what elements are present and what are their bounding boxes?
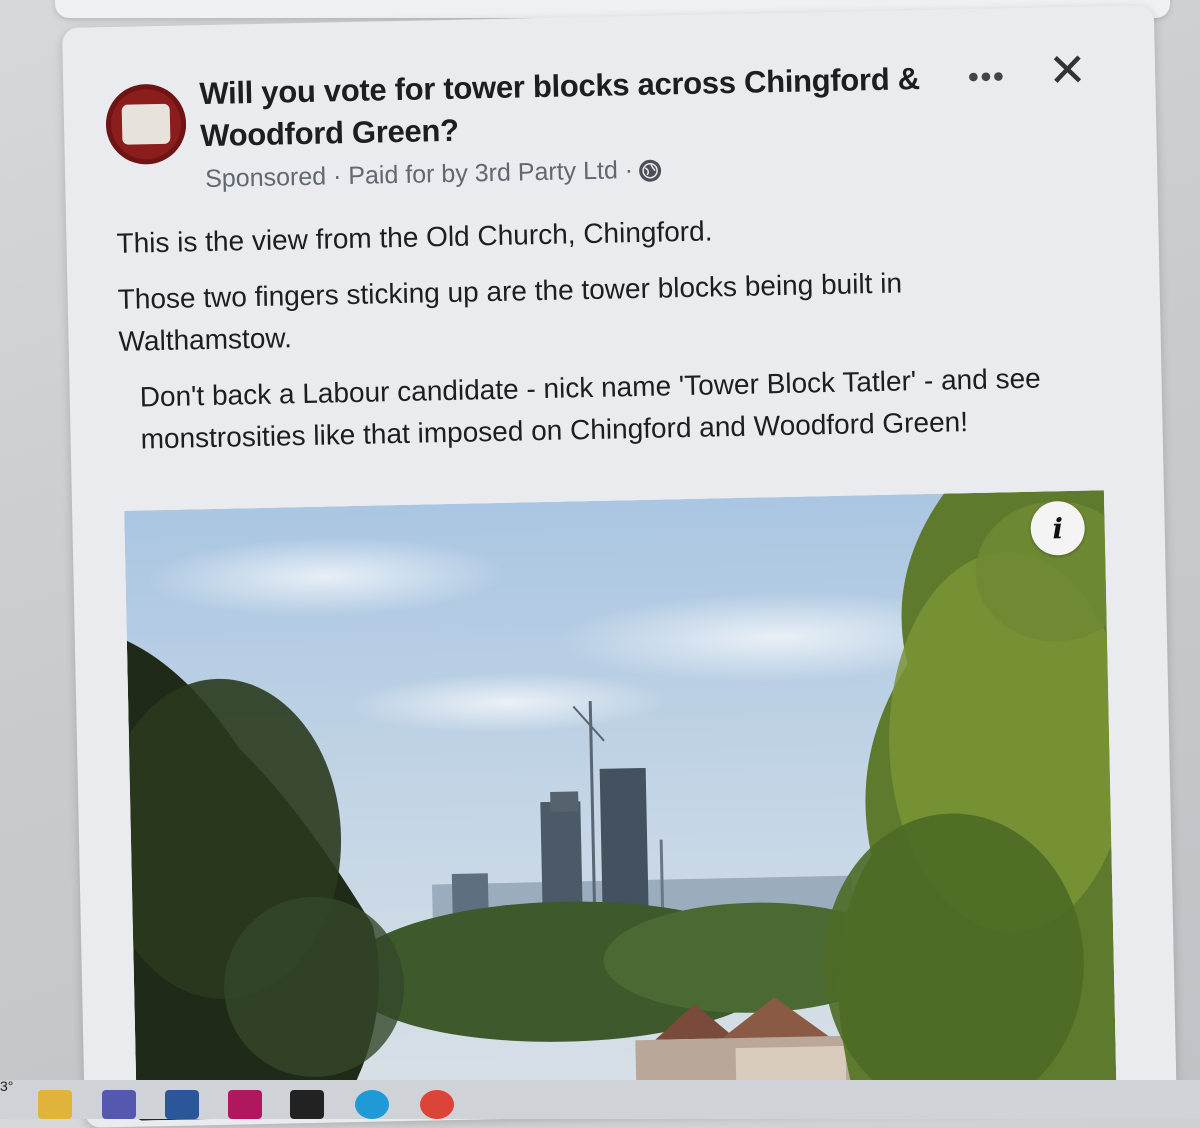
post-meta: Sponsored · Paid for by 3rd Party Ltd · xyxy=(205,155,662,194)
xbox-icon[interactable] xyxy=(290,1090,324,1119)
sponsored-label[interactable]: Sponsored · Paid for by 3rd Party Ltd · xyxy=(205,156,634,194)
weather-temperature[interactable]: 3° xyxy=(0,1078,13,1094)
app-icon[interactable] xyxy=(228,1090,262,1119)
post-title[interactable]: Will you vote for tower blocks across Ch… xyxy=(199,57,961,157)
globe-icon xyxy=(638,158,662,182)
avatar-logo xyxy=(121,103,171,145)
post-image[interactable]: i xyxy=(124,490,1117,1121)
edge-icon[interactable] xyxy=(355,1090,389,1119)
advertiser-avatar[interactable] xyxy=(105,83,187,166)
sponsored-post-card: Will you vote for tower blocks across Ch… xyxy=(62,5,1177,1128)
post-paragraph-2: Those two fingers sticking up are the to… xyxy=(117,267,903,357)
post-paragraph-3: Don't back a Labour candidate - nick nam… xyxy=(139,362,1041,455)
teams-icon[interactable] xyxy=(102,1090,136,1119)
file-explorer-icon[interactable] xyxy=(38,1090,72,1119)
chrome-icon[interactable] xyxy=(420,1090,454,1119)
more-horizontal-icon[interactable]: ••• xyxy=(968,60,1006,95)
post-paragraph-1: This is the view from the Old Church, Ch… xyxy=(116,215,713,259)
store-icon[interactable] xyxy=(165,1090,199,1119)
close-icon[interactable]: ✕ xyxy=(1048,44,1088,97)
